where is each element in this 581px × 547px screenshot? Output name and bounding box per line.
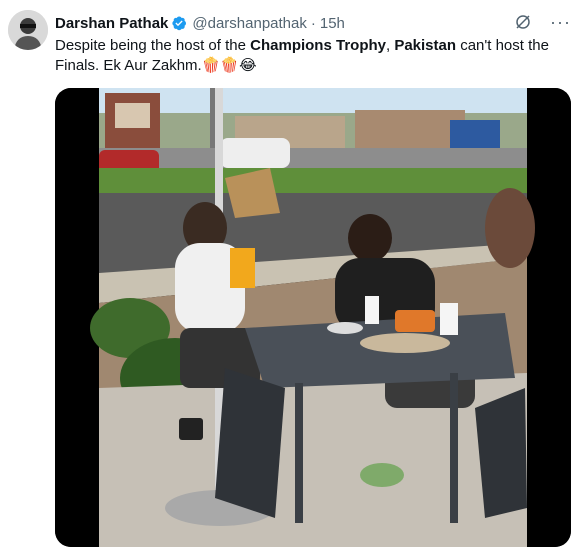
more-options-icon[interactable]: ··· <box>550 13 571 31</box>
author-name[interactable]: Darshan Pathak <box>55 15 168 32</box>
text-part-champions-trophy: Champions Trophy <box>250 37 386 54</box>
author-handle[interactable]: @darshanpathak <box>192 15 306 32</box>
tweet[interactable]: Darshan Pathak @darshanpathak · 15h ··· … <box>0 0 581 547</box>
header-actions: ··· <box>514 13 571 31</box>
tweet-header: Darshan Pathak @darshanpathak · 15h ··· <box>55 13 571 33</box>
post-time[interactable]: 15h <box>320 15 345 32</box>
separator-dot: · <box>310 14 316 32</box>
verified-badge-icon <box>171 15 187 31</box>
emoji-text: 🍿🍿😂 <box>201 57 257 74</box>
video-frame <box>55 88 571 547</box>
author-avatar[interactable] <box>8 10 48 50</box>
video-media[interactable] <box>55 88 571 547</box>
tweet-text: Despite being the host of the Champions … <box>55 36 570 76</box>
text-part-pakistan: Pakistan <box>394 37 457 54</box>
text-part-1: Despite being the host of the <box>55 37 251 54</box>
grok-icon[interactable] <box>514 13 532 31</box>
